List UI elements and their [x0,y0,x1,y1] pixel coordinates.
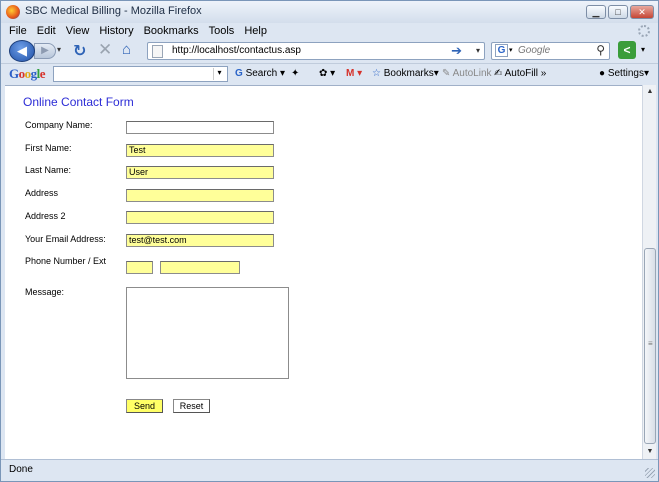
google-search-input[interactable]: ▾ [53,66,228,82]
share-dropdown-icon[interactable]: ▾ [641,45,645,54]
title-bar: SBC Medical Billing - Mozilla Firefox ▁ … [1,1,658,23]
message-label: Message: [25,287,65,297]
page-favicon [152,45,163,58]
menu-bookmarks[interactable]: Bookmarks [144,23,199,40]
scroll-down-icon[interactable]: ▼ [643,445,657,459]
menu-help[interactable]: Help [244,23,267,40]
url-text[interactable]: http://localhost/contactus.asp [172,45,301,56]
search-placeholder[interactable]: Google [518,45,550,56]
status-text: Done [9,464,33,475]
maximize-button[interactable]: □ [608,5,628,19]
phone-label: Phone Number / Ext [25,256,107,266]
menu-bar: File Edit View History Bookmarks Tools Help [1,23,658,40]
address-bar[interactable]: http://localhost/contactus.asp ➔ ▾ [147,42,485,60]
menu-edit[interactable]: Edit [37,23,56,40]
menu-history[interactable]: History [99,23,133,40]
google-tools-icon[interactable]: ✦ [291,68,299,79]
url-dropdown-icon[interactable]: ▾ [476,46,480,55]
google-logo: Google [9,66,46,81]
close-button[interactable]: ✕ [630,5,654,19]
stop-icon[interactable]: ✕ [98,40,112,60]
navigation-toolbar: ▶ ◀ ▾ ↻ ✕ ⌂ http://localhost/contactus.a… [1,40,658,62]
reload-icon[interactable]: ↻ [73,41,86,61]
history-dropdown-icon[interactable]: ▾ [57,45,61,54]
first-name-label: First Name: [25,143,72,153]
window-title: SBC Medical Billing - Mozilla Firefox [25,5,202,17]
resize-grip-icon[interactable] [645,468,655,478]
popup-blocker-icon[interactable]: ✿ ▾ [319,68,335,79]
google-settings-button[interactable]: ● Settings▾ [599,68,649,79]
google-bookmarks-button[interactable]: ☆ Bookmarks▾ [372,68,439,79]
reset-button[interactable]: Reset [173,399,210,413]
back-button[interactable]: ◀ [9,40,35,62]
address-label: Address [25,188,59,198]
grip-icon: ≡ [648,339,653,348]
minimize-button[interactable]: ▁ [586,5,606,19]
google-search-button[interactable]: G Search ▾ [235,68,285,79]
firefox-icon [6,5,20,19]
search-bar[interactable]: G ▾ Google ⚲ [491,42,610,60]
phone-number-input[interactable] [126,261,153,274]
address2-input[interactable] [126,211,274,224]
status-bar: Done [1,459,658,481]
search-engine-dropdown-icon[interactable]: ▾ [509,46,513,54]
go-arrow-icon[interactable]: ➔ [451,43,462,59]
phone-extension-input[interactable] [160,261,240,274]
forward-button[interactable]: ▶ [34,43,56,59]
message-textarea[interactable] [126,287,289,379]
google-search-dropdown-icon[interactable]: ▾ [213,68,225,80]
gmail-icon[interactable]: M ▾ [346,68,362,79]
home-icon[interactable]: ⌂ [122,41,131,58]
email-input[interactable]: test@test.com [126,234,274,247]
page-viewport: Online Contact Form Company Name: First … [5,85,642,459]
menu-tools[interactable]: Tools [209,23,235,40]
first-name-input[interactable]: Test [126,144,274,157]
search-icon[interactable]: ⚲ [596,43,605,57]
google-toolbar: Google ▾ G Search ▾ ✦ ✿ ▾ M ▾ ☆ Bookmark… [1,63,658,83]
menu-file[interactable]: File [9,23,27,40]
throbber-icon [638,25,650,37]
menu-view[interactable]: View [66,23,90,40]
send-button[interactable]: Send [126,399,163,413]
company-name-label: Company Name: [25,120,93,130]
scroll-up-icon[interactable]: ▲ [643,85,657,99]
scrollbar-thumb[interactable]: ≡ [644,248,656,444]
company-name-input[interactable] [126,121,274,134]
search-engine-icon[interactable]: G [495,44,508,57]
address-input[interactable] [126,189,274,202]
browser-window: SBC Medical Billing - Mozilla Firefox ▁ … [0,0,659,482]
email-label: Your Email Address: [25,234,106,244]
autolink-button[interactable]: ✎ AutoLink [442,68,492,79]
form-title: Online Contact Form [23,95,134,109]
autofill-button[interactable]: ✍ AutoFill » [494,68,546,79]
vertical-scrollbar[interactable]: ▲ ≡ ▼ [642,85,656,459]
last-name-input[interactable]: User [126,166,274,179]
last-name-label: Last Name: [25,165,72,175]
address2-label: Address 2 [25,211,66,221]
share-icon[interactable]: < [618,41,636,59]
